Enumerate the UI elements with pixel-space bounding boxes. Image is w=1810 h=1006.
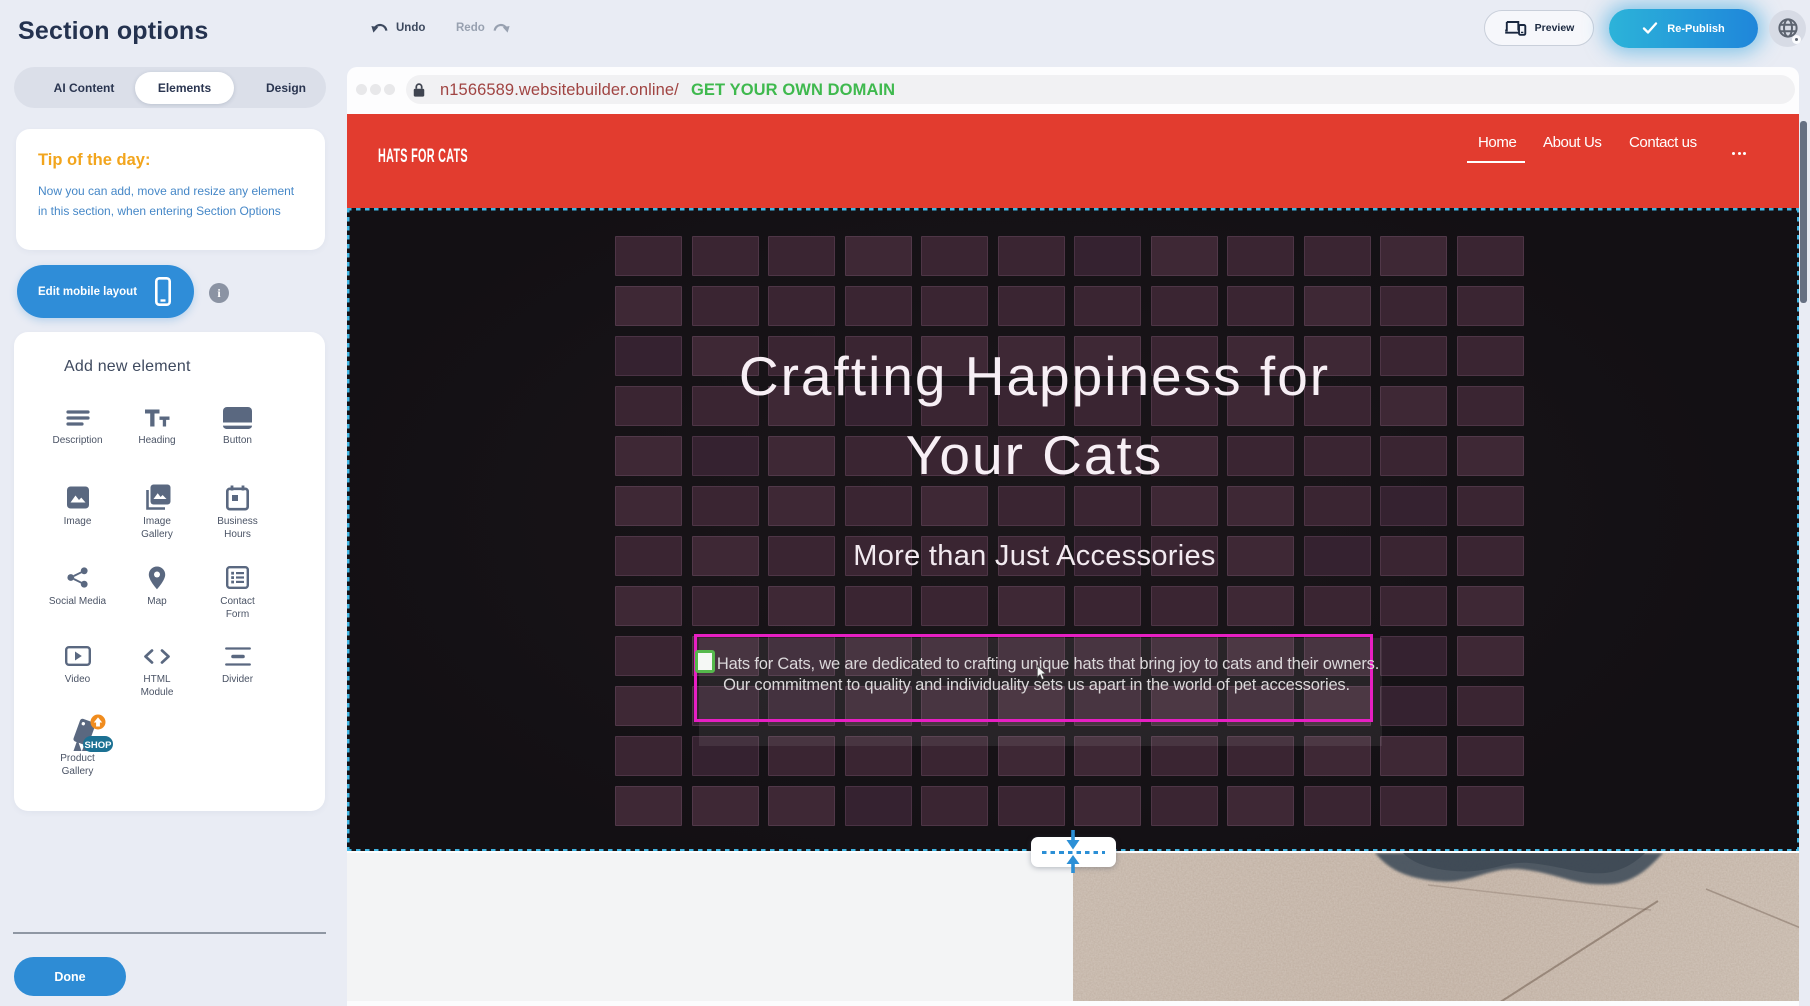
svg-text:SHOP: SHOP: [84, 740, 112, 751]
